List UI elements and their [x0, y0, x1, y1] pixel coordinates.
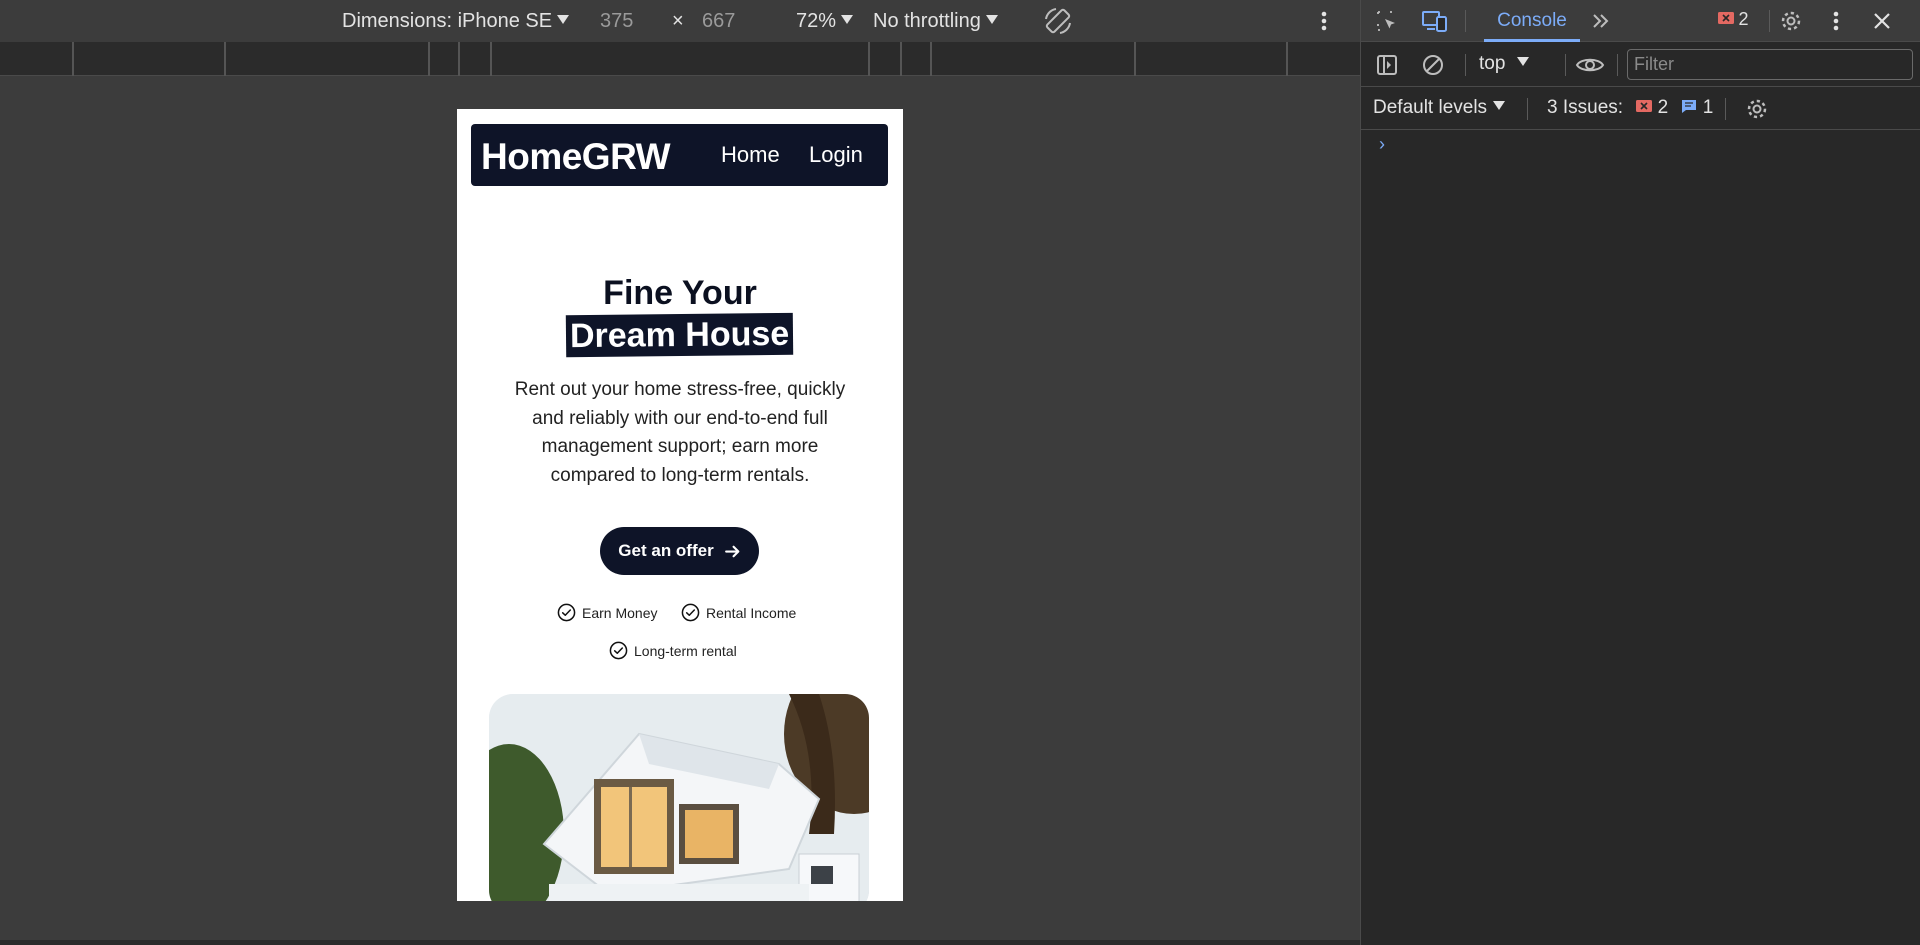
feature-item: Earn Money	[557, 603, 657, 622]
chevron-down-icon	[841, 15, 854, 24]
console-prompt-icon[interactable]: ›	[1379, 134, 1385, 155]
hero-title-line1: Fine Your	[603, 274, 757, 312]
close-icon[interactable]	[1870, 9, 1894, 33]
nav-link-login[interactable]: Login	[809, 142, 863, 168]
nav-link-home[interactable]: Home	[721, 142, 780, 168]
default-levels-dropdown[interactable]: Default levels	[1373, 97, 1506, 119]
console-toolbar: top	[1361, 43, 1920, 87]
rotate-icon[interactable]	[1042, 5, 1074, 34]
filter-input[interactable]	[1627, 49, 1913, 80]
media-query-segment[interactable]	[930, 42, 932, 76]
get-offer-label: Get an offer	[618, 541, 714, 560]
hero-title-highlight: Dream House	[566, 312, 794, 358]
toolbar-divider	[1465, 54, 1466, 76]
toolbar-divider	[1465, 10, 1466, 32]
issues-info-count: 1	[1702, 97, 1714, 118]
chevron-down-icon	[557, 15, 570, 24]
dimensions-dropdown[interactable]: Dimensions: iPhone SE	[342, 9, 570, 33]
media-query-segment[interactable]	[428, 42, 430, 76]
device-viewport: HomeGRW Home Login Fine Your Dream House…	[457, 109, 903, 901]
context-label: top	[1479, 53, 1506, 74]
more-tabs-icon[interactable]	[1589, 9, 1613, 33]
media-query-segment[interactable]	[868, 42, 870, 76]
hero-description: Rent out your home stress-free, quickly …	[514, 379, 846, 486]
arrow-right-icon	[724, 545, 740, 557]
emulation-bottom-bar	[0, 940, 1360, 945]
zoom-label: 72%	[796, 10, 837, 32]
feature-label: Earn Money	[582, 604, 658, 621]
throttling-dropdown[interactable]: No throttling	[873, 9, 998, 33]
device-toolbar: Dimensions: iPhone SE 375 × 667 72% No t…	[0, 0, 1360, 42]
context-selector[interactable]: top	[1479, 53, 1530, 75]
levels-label: Default levels	[1373, 97, 1488, 118]
media-query-segment[interactable]	[1134, 42, 1136, 76]
hero-title: Fine Your Dream House	[457, 272, 903, 358]
width-input[interactable]: 375	[600, 9, 633, 33]
gear-icon[interactable]	[1779, 9, 1803, 33]
media-query-segment[interactable]	[900, 42, 902, 76]
console-settings-gear-icon[interactable]	[1745, 97, 1769, 127]
toolbar-divider	[1617, 54, 1618, 76]
media-query-segment[interactable]	[490, 42, 492, 76]
check-circle-icon	[681, 603, 700, 622]
feature-item: Rental Income	[681, 603, 796, 622]
eye-icon[interactable]	[1575, 53, 1605, 82]
feature-label: Long-term rental	[634, 642, 737, 659]
chevron-down-icon	[985, 15, 998, 24]
feature-label: Rental Income	[706, 604, 797, 621]
toolbar-divider	[1769, 10, 1770, 32]
times-icon: ×	[672, 10, 684, 32]
toolbar-divider	[1565, 54, 1566, 76]
check-circle-icon	[609, 641, 628, 660]
error-icon	[1636, 100, 1653, 112]
issues-label: 3 Issues:	[1547, 97, 1624, 118]
media-query-bar	[0, 42, 1360, 76]
media-query-segment[interactable]	[72, 42, 74, 76]
inspect-element-icon[interactable]	[1375, 9, 1399, 33]
house-image	[489, 694, 869, 901]
feature-item: Long-term rental	[609, 641, 737, 660]
error-count-badge[interactable]: 2	[1718, 9, 1758, 33]
console-levels-bar: Default levels 3 Issues: 2 1	[1361, 88, 1920, 130]
devtools-tab-bar: Console 2	[1361, 0, 1920, 42]
sidebar-toggle-icon[interactable]	[1375, 53, 1399, 82]
issues-error-count: 2	[1657, 97, 1669, 118]
issues-button[interactable]: 3 Issues: 2 1	[1547, 97, 1713, 119]
site-navbar: HomeGRW Home Login	[471, 124, 888, 186]
device-emulation-area: Dimensions: iPhone SE 375 × 667 72% No t…	[0, 0, 1360, 945]
site-logo[interactable]: HomeGRW	[481, 136, 671, 178]
message-icon	[1682, 100, 1697, 113]
clear-console-icon[interactable]	[1421, 53, 1445, 82]
get-offer-button[interactable]: Get an offer	[600, 527, 759, 575]
chevron-down-icon	[1517, 57, 1530, 66]
media-query-segment[interactable]	[224, 42, 226, 76]
check-circle-icon	[557, 603, 576, 622]
media-query-segment[interactable]	[458, 42, 460, 76]
devtools-panel: Console 2 top Filter Default levels 3 Is…	[1360, 0, 1920, 945]
error-count: 2	[1738, 9, 1749, 29]
more-options-icon[interactable]	[1318, 9, 1330, 33]
zoom-dropdown[interactable]: 72%	[796, 9, 854, 33]
kebab-menu-icon[interactable]	[1830, 9, 1854, 33]
dimensions-label: Dimensions: iPhone SE	[342, 10, 553, 32]
toolbar-divider	[1527, 98, 1528, 120]
device-toolbar-toggle-icon[interactable]	[1421, 9, 1447, 33]
media-query-segment[interactable]	[1286, 42, 1288, 76]
chevron-down-icon	[1493, 101, 1506, 110]
toolbar-divider	[1725, 98, 1726, 120]
height-input[interactable]: 667	[702, 9, 735, 33]
error-icon	[1718, 12, 1734, 24]
tab-console[interactable]: Console	[1484, 0, 1580, 42]
throttling-label: No throttling	[873, 10, 981, 32]
